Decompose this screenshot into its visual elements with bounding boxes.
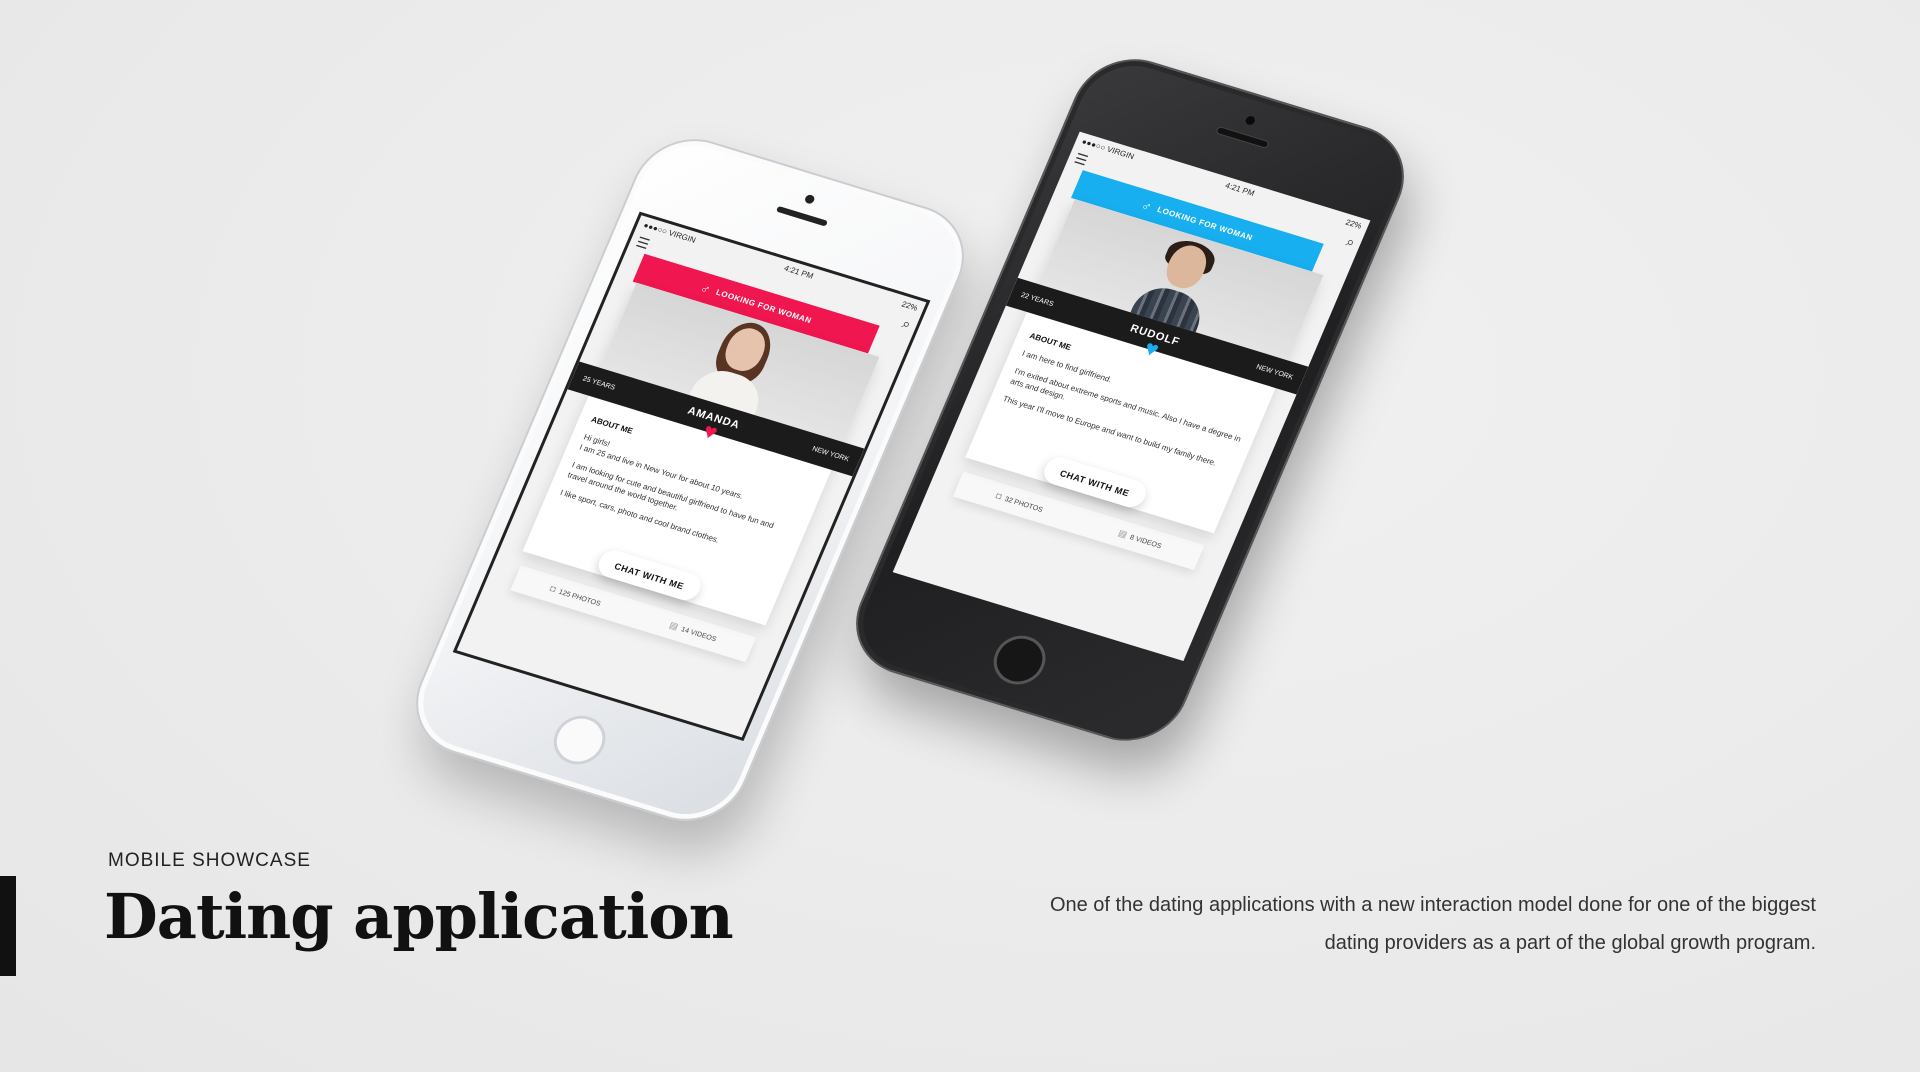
photos-stat[interactable]: ◘125 PHOTOS — [548, 583, 603, 609]
profile-age: 25 YEARS — [581, 375, 617, 392]
male-symbol-icon: ♂ — [1139, 197, 1155, 214]
photos-stat[interactable]: ◘32 PHOTOS — [994, 490, 1045, 514]
phone-white: ●●●○○ VIRGIN 4:21 PM 22% ☰ ⌕ ♂ LOOKING F… — [397, 124, 983, 836]
project-description: One of the dating applications with a ne… — [1049, 894, 1816, 954]
phone-body-white: ●●●○○ VIRGIN 4:21 PM 22% ☰ ⌕ ♂ LOOKING F… — [397, 124, 983, 836]
photos-count: 125 PHOTOS — [557, 588, 602, 608]
videos-count: 14 VIDEOS — [679, 626, 718, 644]
home-button[interactable] — [545, 709, 614, 771]
profile-city: NEW YORK — [1255, 363, 1295, 381]
videos-stat[interactable]: ▤14 VIDEOS — [667, 620, 718, 644]
film-icon: ▤ — [1116, 527, 1129, 540]
page-title: Dating application — [104, 880, 734, 953]
videos-count: 8 VIDEOS — [1128, 534, 1163, 551]
search-icon[interactable]: ⌕ — [900, 315, 914, 332]
accent-bar — [0, 876, 16, 976]
phone-black: ●●●○○ VIRGIN 4:21 PM 22% ☰ ⌕ ♂ LOOKING F… — [837, 44, 1423, 756]
hamburger-menu-icon[interactable]: ☰ — [1072, 150, 1090, 168]
battery-label: 22% — [1344, 217, 1364, 231]
male-symbol-icon: ♂ — [698, 279, 714, 297]
front-camera — [803, 193, 816, 205]
battery-label: 22% — [900, 299, 920, 313]
videos-stat[interactable]: ▤8 VIDEOS — [1116, 528, 1163, 551]
phone-screen: ●●●○○ VIRGIN 4:21 PM 22% ☰ ⌕ ♂ LOOKING F… — [892, 131, 1371, 662]
earpiece-speaker — [1215, 125, 1270, 150]
photos-count: 32 PHOTOS — [1003, 495, 1044, 514]
phone-body-black: ●●●○○ VIRGIN 4:21 PM 22% ☰ ⌕ ♂ LOOKING F… — [837, 44, 1423, 756]
front-camera — [1242, 113, 1258, 128]
hamburger-menu-icon[interactable]: ☰ — [634, 234, 652, 252]
section-eyebrow: MOBILE SHOWCASE — [108, 850, 311, 871]
profile-city: NEW YORK — [811, 445, 851, 463]
camera-icon: ◘ — [548, 583, 558, 595]
camera-icon: ◘ — [994, 490, 1004, 502]
profile-age: 22 YEARS — [1019, 291, 1055, 308]
home-button[interactable] — [985, 629, 1054, 691]
film-icon: ▤ — [667, 619, 680, 632]
search-icon[interactable]: ⌕ — [1344, 233, 1358, 250]
earpiece-speaker — [775, 205, 829, 227]
